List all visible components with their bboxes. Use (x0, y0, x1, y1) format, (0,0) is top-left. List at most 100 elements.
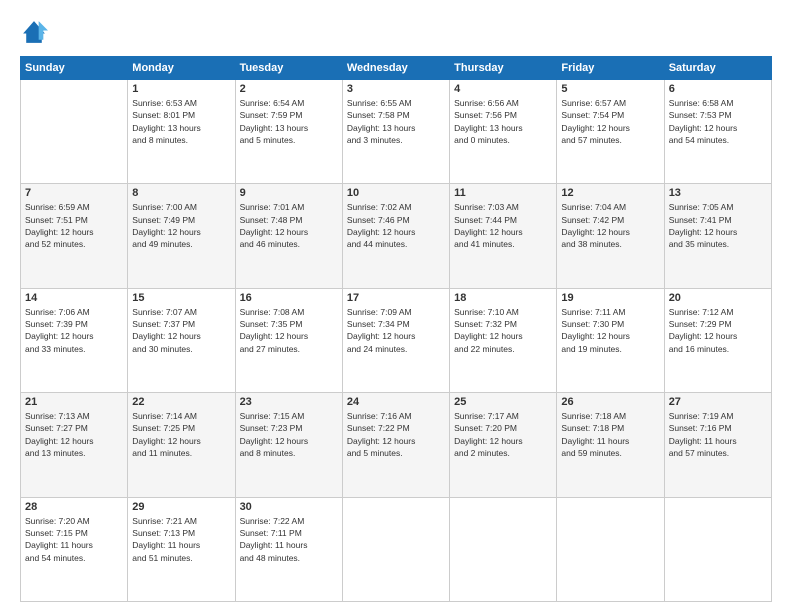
day-info: Sunrise: 7:20 AM Sunset: 7:15 PM Dayligh… (25, 515, 123, 564)
day-cell: 16 Sunrise: 7:08 AM Sunset: 7:35 PM Dayli… (235, 288, 342, 392)
day-cell: 2 Sunrise: 6:54 AM Sunset: 7:59 PM Daylig… (235, 80, 342, 184)
day-cell: 22Sunrise: 7:14 AM Sunset: 7:25 PM Dayli… (128, 393, 235, 497)
day-info: Sunrise: 7:17 AM Sunset: 7:20 PM Dayligh… (454, 410, 552, 459)
weekday-header-tuesday: Tuesday (235, 57, 342, 80)
day-number: 9 (240, 187, 338, 199)
day-number: 19 (561, 292, 659, 304)
day-info: Sunrise: 7:03 AM Sunset: 7:44 PM Dayligh… (454, 201, 552, 250)
day-info: Sunrise: 7:14 AM Sunset: 7:25 PM Dayligh… (132, 410, 230, 459)
day-cell: 8 Sunrise: 7:00 AM Sunset: 7:49 PM Daylig… (128, 184, 235, 288)
day-info: Sunrise: 7:07 AM Sunset: 7:37 PM Dayligh… (132, 306, 230, 355)
day-number: 30 (240, 501, 338, 513)
day-cell (557, 497, 664, 601)
day-cell: 18 Sunrise: 7:10 AM Sunset: 7:32 PM Dayli… (450, 288, 557, 392)
day-cell: 3Sunrise: 6:55 AM Sunset: 7:58 PM Daylig… (342, 80, 449, 184)
day-number: 2 (240, 83, 338, 95)
day-cell: 21 Sunrise: 7:13 AM Sunset: 7:27 PM Dayli… (21, 393, 128, 497)
day-number: 18 (454, 292, 552, 304)
day-cell: 29 Sunrise: 7:21 AM Sunset: 7:13 PM Dayli… (128, 497, 235, 601)
day-cell: 20 Sunrise: 7:12 AM Sunset: 7:29 PM Dayli… (664, 288, 771, 392)
day-number: 23 (240, 396, 338, 408)
day-cell: 12 Sunrise: 7:04 AM Sunset: 7:42 PM Dayli… (557, 184, 664, 288)
day-info: Sunrise: 6:58 AM Sunset: 7:53 PM Dayligh… (669, 97, 767, 146)
day-cell: 4 Sunrise: 6:56 AM Sunset: 7:56 PM Daylig… (450, 80, 557, 184)
day-number: 24 (347, 396, 445, 408)
day-number: 27 (669, 396, 767, 408)
day-info: Sunrise: 7:19 AM Sunset: 7:16 PM Dayligh… (669, 410, 767, 459)
day-cell: 28 Sunrise: 7:20 AM Sunset: 7:15 PM Dayli… (21, 497, 128, 601)
day-number: 20 (669, 292, 767, 304)
day-info: Sunrise: 7:13 AM Sunset: 7:27 PM Dayligh… (25, 410, 123, 459)
week-row-1: 1Sunrise: 6:53 AM Sunset: 8:01 PM Daylig… (21, 80, 772, 184)
weekday-header-friday: Friday (557, 57, 664, 80)
day-cell: 6 Sunrise: 6:58 AM Sunset: 7:53 PM Daylig… (664, 80, 771, 184)
day-info: Sunrise: 7:18 AM Sunset: 7:18 PM Dayligh… (561, 410, 659, 459)
day-info: Sunrise: 7:09 AM Sunset: 7:34 PM Dayligh… (347, 306, 445, 355)
logo (20, 18, 52, 46)
day-number: 8 (132, 187, 230, 199)
header (20, 18, 772, 46)
day-info: Sunrise: 6:53 AM Sunset: 8:01 PM Dayligh… (132, 97, 230, 146)
day-number: 14 (25, 292, 123, 304)
weekday-header-monday: Monday (128, 57, 235, 80)
day-info: Sunrise: 7:15 AM Sunset: 7:23 PM Dayligh… (240, 410, 338, 459)
day-cell (21, 80, 128, 184)
day-cell (450, 497, 557, 601)
weekday-header-row: SundayMondayTuesdayWednesdayThursdayFrid… (21, 57, 772, 80)
day-cell: 26 Sunrise: 7:18 AM Sunset: 7:18 PM Dayli… (557, 393, 664, 497)
day-number: 21 (25, 396, 123, 408)
day-cell: 11Sunrise: 7:03 AM Sunset: 7:44 PM Dayli… (450, 184, 557, 288)
day-cell: 9 Sunrise: 7:01 AM Sunset: 7:48 PM Daylig… (235, 184, 342, 288)
day-cell: 1Sunrise: 6:53 AM Sunset: 8:01 PM Daylig… (128, 80, 235, 184)
week-row-5: 28 Sunrise: 7:20 AM Sunset: 7:15 PM Dayli… (21, 497, 772, 601)
day-info: Sunrise: 7:08 AM Sunset: 7:35 PM Dayligh… (240, 306, 338, 355)
day-cell: 5Sunrise: 6:57 AM Sunset: 7:54 PM Daylig… (557, 80, 664, 184)
day-cell: 14 Sunrise: 7:06 AM Sunset: 7:39 PM Dayli… (21, 288, 128, 392)
day-number: 16 (240, 292, 338, 304)
day-number: 4 (454, 83, 552, 95)
week-row-3: 14 Sunrise: 7:06 AM Sunset: 7:39 PM Dayli… (21, 288, 772, 392)
day-number: 13 (669, 187, 767, 199)
page: SundayMondayTuesdayWednesdayThursdayFrid… (0, 0, 792, 612)
day-number: 6 (669, 83, 767, 95)
day-cell: 24 Sunrise: 7:16 AM Sunset: 7:22 PM Dayli… (342, 393, 449, 497)
day-info: Sunrise: 7:04 AM Sunset: 7:42 PM Dayligh… (561, 201, 659, 250)
day-cell: 19 Sunrise: 7:11 AM Sunset: 7:30 PM Dayli… (557, 288, 664, 392)
day-number: 17 (347, 292, 445, 304)
day-info: Sunrise: 7:02 AM Sunset: 7:46 PM Dayligh… (347, 201, 445, 250)
day-number: 10 (347, 187, 445, 199)
day-info: Sunrise: 7:10 AM Sunset: 7:32 PM Dayligh… (454, 306, 552, 355)
day-number: 26 (561, 396, 659, 408)
day-info: Sunrise: 6:56 AM Sunset: 7:56 PM Dayligh… (454, 97, 552, 146)
day-cell: 15 Sunrise: 7:07 AM Sunset: 7:37 PM Dayli… (128, 288, 235, 392)
day-cell: 10 Sunrise: 7:02 AM Sunset: 7:46 PM Dayli… (342, 184, 449, 288)
day-cell (664, 497, 771, 601)
day-cell: 27 Sunrise: 7:19 AM Sunset: 7:16 PM Dayli… (664, 393, 771, 497)
day-info: Sunrise: 7:11 AM Sunset: 7:30 PM Dayligh… (561, 306, 659, 355)
weekday-header-sunday: Sunday (21, 57, 128, 80)
day-info: Sunrise: 7:05 AM Sunset: 7:41 PM Dayligh… (669, 201, 767, 250)
weekday-header-wednesday: Wednesday (342, 57, 449, 80)
day-number: 29 (132, 501, 230, 513)
day-number: 3 (347, 83, 445, 95)
day-number: 28 (25, 501, 123, 513)
day-cell: 7Sunrise: 6:59 AM Sunset: 7:51 PM Daylig… (21, 184, 128, 288)
logo-icon (20, 18, 48, 46)
week-row-2: 7Sunrise: 6:59 AM Sunset: 7:51 PM Daylig… (21, 184, 772, 288)
weekday-header-saturday: Saturday (664, 57, 771, 80)
day-info: Sunrise: 7:00 AM Sunset: 7:49 PM Dayligh… (132, 201, 230, 250)
day-info: Sunrise: 7:21 AM Sunset: 7:13 PM Dayligh… (132, 515, 230, 564)
day-cell: 13 Sunrise: 7:05 AM Sunset: 7:41 PM Dayli… (664, 184, 771, 288)
day-info: Sunrise: 7:16 AM Sunset: 7:22 PM Dayligh… (347, 410, 445, 459)
day-info: Sunrise: 7:01 AM Sunset: 7:48 PM Dayligh… (240, 201, 338, 250)
day-info: Sunrise: 7:06 AM Sunset: 7:39 PM Dayligh… (25, 306, 123, 355)
day-number: 12 (561, 187, 659, 199)
day-number: 15 (132, 292, 230, 304)
day-cell: 25Sunrise: 7:17 AM Sunset: 7:20 PM Dayli… (450, 393, 557, 497)
day-info: Sunrise: 7:12 AM Sunset: 7:29 PM Dayligh… (669, 306, 767, 355)
day-info: Sunrise: 6:54 AM Sunset: 7:59 PM Dayligh… (240, 97, 338, 146)
day-cell: 30 Sunrise: 7:22 AM Sunset: 7:11 PM Dayli… (235, 497, 342, 601)
day-info: Sunrise: 7:22 AM Sunset: 7:11 PM Dayligh… (240, 515, 338, 564)
day-cell: 17 Sunrise: 7:09 AM Sunset: 7:34 PM Dayli… (342, 288, 449, 392)
week-row-4: 21 Sunrise: 7:13 AM Sunset: 7:27 PM Dayli… (21, 393, 772, 497)
